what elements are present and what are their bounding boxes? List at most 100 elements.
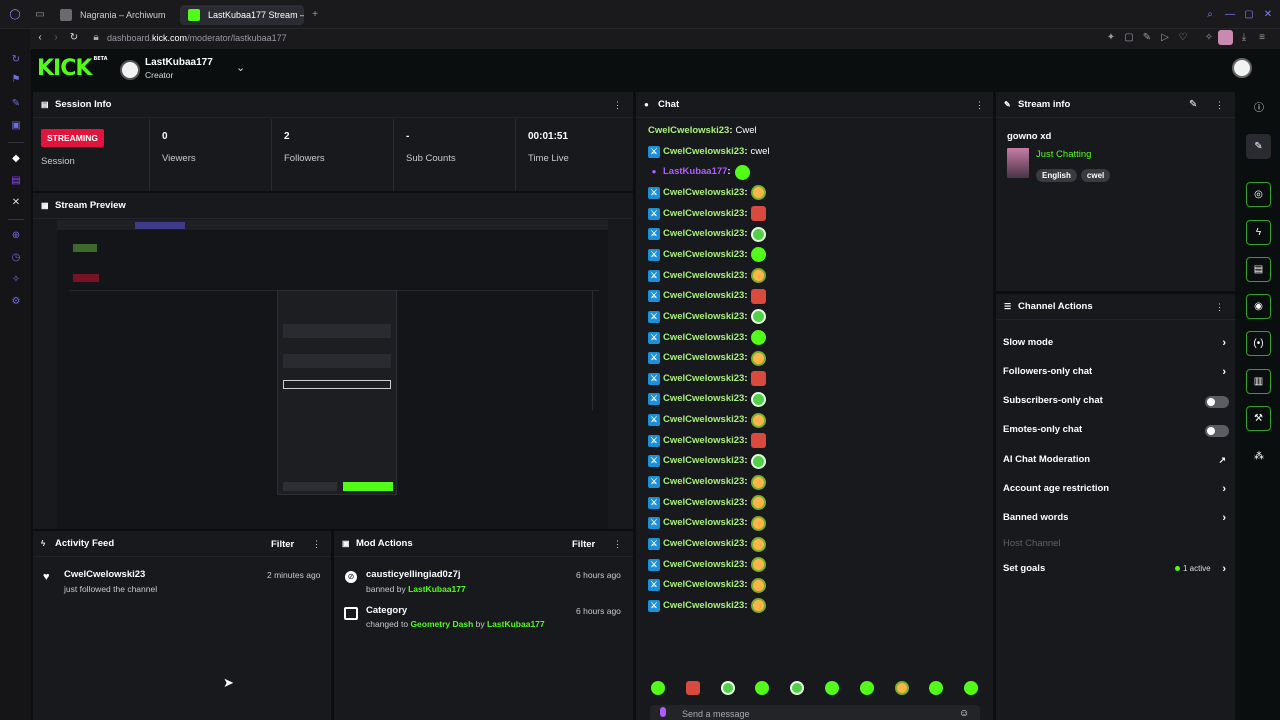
wrench-tool-button[interactable]: ⚒ bbox=[1246, 406, 1271, 431]
more-options-icon[interactable]: ⋮ bbox=[975, 100, 984, 110]
emote-icon[interactable] bbox=[751, 557, 767, 573]
session-tool-button[interactable]: ▤ bbox=[1246, 257, 1271, 282]
chat-username[interactable]: LastKubaa177 bbox=[663, 165, 727, 179]
chat-username[interactable]: CwelCwelowski23 bbox=[663, 413, 744, 427]
emote-icon[interactable] bbox=[751, 391, 767, 407]
chat-input[interactable]: Send a message ☺ bbox=[650, 705, 980, 720]
chat-username[interactable]: CwelCwelowski23 bbox=[663, 496, 744, 510]
twitch-sidebar-icon[interactable]: ▤ bbox=[10, 175, 22, 187]
capture-icon[interactable]: ▢ bbox=[1123, 32, 1135, 44]
emote-icon[interactable] bbox=[751, 536, 767, 552]
chat-tool-button[interactable]: ◉ bbox=[1246, 294, 1271, 319]
emote-icon[interactable] bbox=[751, 309, 767, 325]
chat-username[interactable]: CwelCwelowski23 bbox=[663, 248, 744, 262]
chat-username[interactable]: CwelCwelowski23 bbox=[663, 145, 744, 159]
category-link[interactable]: Geometry Dash bbox=[410, 619, 473, 629]
chat-username[interactable]: CwelCwelowski23 bbox=[663, 372, 744, 386]
tag-pill[interactable]: English bbox=[1036, 169, 1077, 182]
tag-pill[interactable]: cwel bbox=[1080, 169, 1111, 182]
chat-username[interactable]: CwelCwelowski23 bbox=[663, 289, 744, 303]
emote-icon[interactable] bbox=[751, 515, 767, 531]
emote-icon[interactable] bbox=[751, 268, 767, 284]
emote-icon[interactable] bbox=[751, 453, 767, 469]
chat-username[interactable]: CwelCwelowski23 bbox=[663, 578, 744, 592]
more-options-icon[interactable]: ⋮ bbox=[1215, 100, 1224, 110]
banned-words-row[interactable]: Banned words › bbox=[1003, 510, 1229, 526]
close-window-icon[interactable]: ✕ bbox=[1262, 9, 1274, 21]
chat-username[interactable]: CwelCwelowski23 bbox=[663, 454, 744, 468]
category-name[interactable]: Just Chatting bbox=[1036, 149, 1091, 160]
filter-button[interactable]: Filter bbox=[572, 539, 595, 550]
emoji-picker-icon[interactable]: ☺ bbox=[959, 708, 969, 719]
chat-username[interactable]: CwelCwelowski23 bbox=[663, 331, 744, 345]
emote-icon[interactable] bbox=[751, 474, 767, 490]
emote-icon[interactable] bbox=[751, 288, 767, 304]
x-sidebar-icon[interactable]: ✕ bbox=[10, 197, 22, 209]
actor-link[interactable]: LastKubaa177 bbox=[487, 619, 545, 629]
history-sidebar-icon[interactable]: ↻ bbox=[10, 54, 22, 66]
add-sidebar-icon[interactable]: ⊕ bbox=[10, 230, 22, 242]
back-icon[interactable]: ‹ bbox=[34, 32, 46, 44]
extensions-sidebar-icon[interactable]: ✧ bbox=[10, 274, 22, 286]
apps-icon[interactable]: ⁂ bbox=[1252, 450, 1266, 464]
maximize-icon[interactable]: ▢ bbox=[1243, 9, 1255, 21]
more-options-icon[interactable]: ⋮ bbox=[613, 100, 622, 110]
category-thumbnail[interactable] bbox=[1007, 148, 1029, 178]
profile-avatar[interactable] bbox=[1218, 30, 1233, 45]
layout-tool-button[interactable]: ▥ bbox=[1246, 369, 1271, 394]
emote-icon[interactable] bbox=[751, 577, 767, 593]
chat-username[interactable]: CwelCwelowski23 bbox=[663, 434, 744, 448]
mod-action-title[interactable]: Category bbox=[366, 605, 407, 616]
download-icon[interactable]: ⤓ bbox=[1238, 32, 1250, 44]
actor-link[interactable]: LastKubaa177 bbox=[408, 584, 466, 594]
chat-username[interactable]: CwelCwelowski23 bbox=[663, 475, 744, 489]
heart-icon[interactable]: ♡ bbox=[1177, 32, 1189, 44]
emotes-only-toggle[interactable] bbox=[1205, 425, 1229, 437]
menu-icon[interactable]: ≡ bbox=[1256, 32, 1268, 44]
edit-stream-info-icon[interactable]: ✎ bbox=[1189, 99, 1197, 110]
tab-archive[interactable]: Nagrania – Archiwum bbox=[52, 5, 170, 25]
search-icon[interactable]: ⌕ bbox=[1204, 9, 1216, 21]
emote-icon[interactable] bbox=[734, 164, 750, 180]
new-tab-icon[interactable]: + bbox=[309, 9, 321, 21]
chat-username[interactable]: CwelCwelowski23 bbox=[663, 310, 744, 324]
notes-sidebar-icon[interactable]: ✎ bbox=[10, 98, 22, 110]
more-options-icon[interactable]: ⋮ bbox=[1215, 302, 1224, 312]
followers-only-row[interactable]: Followers-only chat › bbox=[1003, 364, 1229, 380]
preview-tool-button[interactable]: ◎ bbox=[1246, 182, 1271, 207]
kick-logo[interactable]: KICK BETA bbox=[37, 56, 108, 81]
chat-username[interactable]: CwelCwelowski23 bbox=[663, 558, 744, 572]
emote-icon[interactable] bbox=[751, 412, 767, 428]
emote-icon[interactable] bbox=[751, 330, 767, 345]
forward-icon[interactable]: › bbox=[50, 32, 62, 44]
kick-sidebar-icon[interactable]: ◆ bbox=[10, 153, 22, 165]
play-icon[interactable]: ▷ bbox=[1159, 32, 1171, 44]
emote-icon[interactable] bbox=[751, 206, 767, 222]
emote-icon[interactable] bbox=[751, 598, 767, 614]
tab-kick-stream[interactable]: LastKubaa177 Stream – Ki bbox=[180, 5, 304, 25]
url-field[interactable]: dashboard.kick.com/moderator/lastkubaa17… bbox=[107, 32, 287, 45]
edit-icon[interactable]: ✎ bbox=[1141, 32, 1153, 44]
quick-emote-icon[interactable] bbox=[825, 681, 839, 695]
emote-icon[interactable] bbox=[751, 247, 767, 263]
quick-emote-icon[interactable] bbox=[651, 681, 665, 695]
chat-username[interactable]: CwelCwelowski23 bbox=[663, 516, 744, 530]
emote-icon[interactable] bbox=[751, 226, 767, 242]
minimize-icon[interactable]: — bbox=[1224, 9, 1236, 21]
edit-tool-button[interactable]: ✎ bbox=[1246, 134, 1271, 159]
quick-emote-icon[interactable] bbox=[720, 681, 735, 695]
emote-icon[interactable] bbox=[751, 185, 767, 201]
stream-video[interactable] bbox=[57, 220, 608, 529]
reload-icon[interactable]: ↻ bbox=[68, 32, 80, 44]
chat-username[interactable]: CwelCwelowski23 bbox=[663, 392, 744, 406]
mod-action-title[interactable]: causticyellingiad0z7j bbox=[366, 569, 461, 580]
browser-logo-icon[interactable]: ◯ bbox=[9, 9, 21, 21]
more-options-icon[interactable]: ⋮ bbox=[312, 539, 321, 549]
chat-username[interactable]: CwelCwelowski23 bbox=[663, 269, 744, 283]
user-avatar[interactable] bbox=[1232, 58, 1252, 78]
emote-icon[interactable] bbox=[751, 371, 767, 387]
mail-sidebar-icon[interactable]: ▣ bbox=[10, 120, 22, 132]
chat-username[interactable]: CwelCwelowski23 bbox=[663, 537, 744, 551]
info-circle-icon[interactable]: ⓘ bbox=[1252, 102, 1266, 116]
quick-emote-icon[interactable] bbox=[685, 681, 700, 695]
